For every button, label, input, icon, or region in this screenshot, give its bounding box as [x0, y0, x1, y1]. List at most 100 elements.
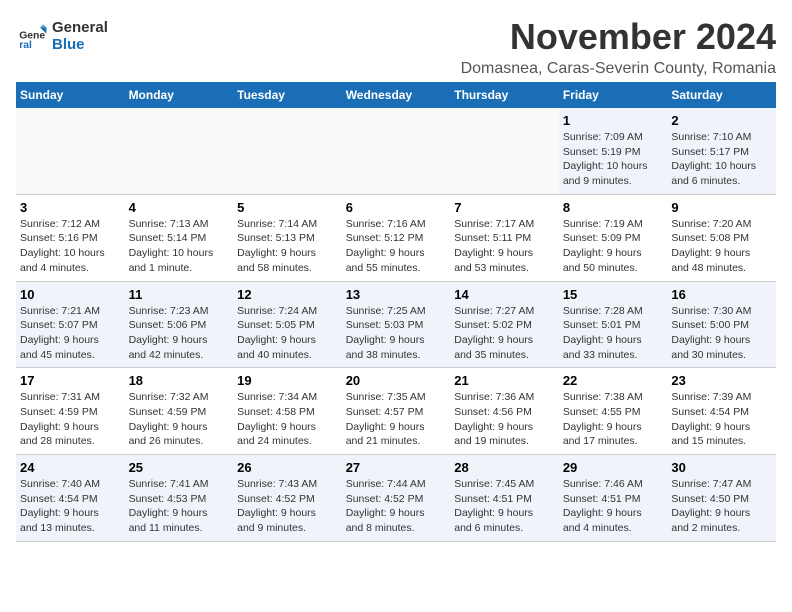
header: Gene ral General Blue November 2024 Doma…	[16, 16, 776, 78]
day-info: Sunrise: 7:23 AM Sunset: 5:06 PM Dayligh…	[129, 304, 230, 363]
day-number: 24	[20, 460, 121, 475]
day-info: Sunrise: 7:34 AM Sunset: 4:58 PM Dayligh…	[237, 390, 338, 449]
day-info: Sunrise: 7:40 AM Sunset: 4:54 PM Dayligh…	[20, 477, 121, 536]
day-info: Sunrise: 7:41 AM Sunset: 4:53 PM Dayligh…	[129, 477, 230, 536]
day-info: Sunrise: 7:30 AM Sunset: 5:00 PM Dayligh…	[671, 304, 772, 363]
day-cell: 17 Sunrise: 7:31 AM Sunset: 4:59 PM Dayli…	[16, 368, 125, 455]
day-number: 13	[346, 287, 447, 302]
day-number: 26	[237, 460, 338, 475]
day-number: 15	[563, 287, 664, 302]
day-info: Sunrise: 7:14 AM Sunset: 5:13 PM Dayligh…	[237, 217, 338, 276]
weekday-header-monday: Monday	[125, 82, 234, 108]
day-cell: 11 Sunrise: 7:23 AM Sunset: 5:06 PM Dayli…	[125, 281, 234, 368]
day-cell: 5 Sunrise: 7:14 AM Sunset: 5:13 PM Daylig…	[233, 194, 342, 281]
day-number: 5	[237, 200, 338, 215]
day-number: 1	[563, 113, 664, 128]
day-cell	[16, 108, 125, 194]
day-cell: 23 Sunrise: 7:39 AM Sunset: 4:54 PM Dayli…	[667, 368, 776, 455]
day-info: Sunrise: 7:19 AM Sunset: 5:09 PM Dayligh…	[563, 217, 664, 276]
logo-icon: Gene ral	[16, 21, 48, 53]
day-number: 22	[563, 373, 664, 388]
day-info: Sunrise: 7:31 AM Sunset: 4:59 PM Dayligh…	[20, 390, 121, 449]
weekday-header-friday: Friday	[559, 82, 668, 108]
day-number: 9	[671, 200, 772, 215]
day-info: Sunrise: 7:17 AM Sunset: 5:11 PM Dayligh…	[454, 217, 555, 276]
day-info: Sunrise: 7:39 AM Sunset: 4:54 PM Dayligh…	[671, 390, 772, 449]
day-cell	[125, 108, 234, 194]
day-number: 4	[129, 200, 230, 215]
logo-text-general: General	[52, 20, 108, 37]
day-cell: 13 Sunrise: 7:25 AM Sunset: 5:03 PM Dayli…	[342, 281, 451, 368]
day-cell: 2Sunrise: 7:10 AM Sunset: 5:17 PM Daylig…	[667, 108, 776, 194]
day-info: Sunrise: 7:35 AM Sunset: 4:57 PM Dayligh…	[346, 390, 447, 449]
day-number: 14	[454, 287, 555, 302]
day-number: 3	[20, 200, 121, 215]
day-cell: 18 Sunrise: 7:32 AM Sunset: 4:59 PM Dayli…	[125, 368, 234, 455]
month-title: November 2024	[461, 16, 776, 58]
day-number: 17	[20, 373, 121, 388]
day-cell: 22 Sunrise: 7:38 AM Sunset: 4:55 PM Dayli…	[559, 368, 668, 455]
day-number: 27	[346, 460, 447, 475]
week-row-4: 17 Sunrise: 7:31 AM Sunset: 4:59 PM Dayli…	[16, 368, 776, 455]
logo-text-blue: Blue	[52, 37, 108, 54]
day-cell: 14 Sunrise: 7:27 AM Sunset: 5:02 PM Dayli…	[450, 281, 559, 368]
day-number: 30	[671, 460, 772, 475]
week-row-2: 3 Sunrise: 7:12 AM Sunset: 5:16 PM Daylig…	[16, 194, 776, 281]
title-area: November 2024 Domasnea, Caras-Severin Co…	[461, 16, 776, 78]
day-number: 10	[20, 287, 121, 302]
day-info: Sunrise: 7:38 AM Sunset: 4:55 PM Dayligh…	[563, 390, 664, 449]
day-info: Sunrise: 7:10 AM Sunset: 5:17 PM Dayligh…	[671, 130, 772, 189]
day-cell: 25 Sunrise: 7:41 AM Sunset: 4:53 PM Dayli…	[125, 455, 234, 542]
day-cell	[450, 108, 559, 194]
logo: Gene ral General Blue	[16, 20, 108, 53]
day-cell: 26 Sunrise: 7:43 AM Sunset: 4:52 PM Dayli…	[233, 455, 342, 542]
day-info: Sunrise: 7:43 AM Sunset: 4:52 PM Dayligh…	[237, 477, 338, 536]
day-cell: 29 Sunrise: 7:46 AM Sunset: 4:51 PM Dayli…	[559, 455, 668, 542]
day-cell: 28Sunrise: 7:45 AM Sunset: 4:51 PM Dayli…	[450, 455, 559, 542]
day-number: 19	[237, 373, 338, 388]
day-cell: 24 Sunrise: 7:40 AM Sunset: 4:54 PM Dayli…	[16, 455, 125, 542]
day-number: 21	[454, 373, 555, 388]
location-title: Domasnea, Caras-Severin County, Romania	[461, 60, 776, 78]
week-row-3: 10 Sunrise: 7:21 AM Sunset: 5:07 PM Dayli…	[16, 281, 776, 368]
day-cell: 12 Sunrise: 7:24 AM Sunset: 5:05 PM Dayli…	[233, 281, 342, 368]
day-cell: 15 Sunrise: 7:28 AM Sunset: 5:01 PM Dayli…	[559, 281, 668, 368]
day-number: 23	[671, 373, 772, 388]
day-cell: 9 Sunrise: 7:20 AM Sunset: 5:08 PM Daylig…	[667, 194, 776, 281]
day-number: 20	[346, 373, 447, 388]
day-info: Sunrise: 7:46 AM Sunset: 4:51 PM Dayligh…	[563, 477, 664, 536]
day-number: 12	[237, 287, 338, 302]
day-cell: 1Sunrise: 7:09 AM Sunset: 5:19 PM Daylig…	[559, 108, 668, 194]
day-info: Sunrise: 7:21 AM Sunset: 5:07 PM Dayligh…	[20, 304, 121, 363]
day-info: Sunrise: 7:27 AM Sunset: 5:02 PM Dayligh…	[454, 304, 555, 363]
day-info: Sunrise: 7:47 AM Sunset: 4:50 PM Dayligh…	[671, 477, 772, 536]
day-number: 29	[563, 460, 664, 475]
day-info: Sunrise: 7:20 AM Sunset: 5:08 PM Dayligh…	[671, 217, 772, 276]
day-cell	[342, 108, 451, 194]
day-info: Sunrise: 7:44 AM Sunset: 4:52 PM Dayligh…	[346, 477, 447, 536]
day-cell: 8 Sunrise: 7:19 AM Sunset: 5:09 PM Daylig…	[559, 194, 668, 281]
day-info: Sunrise: 7:25 AM Sunset: 5:03 PM Dayligh…	[346, 304, 447, 363]
day-number: 7	[454, 200, 555, 215]
day-info: Sunrise: 7:28 AM Sunset: 5:01 PM Dayligh…	[563, 304, 664, 363]
weekday-header-row: SundayMondayTuesdayWednesdayThursdayFrid…	[16, 82, 776, 108]
day-info: Sunrise: 7:12 AM Sunset: 5:16 PM Dayligh…	[20, 217, 121, 276]
day-cell	[233, 108, 342, 194]
day-info: Sunrise: 7:13 AM Sunset: 5:14 PM Dayligh…	[129, 217, 230, 276]
day-number: 6	[346, 200, 447, 215]
day-cell: 21Sunrise: 7:36 AM Sunset: 4:56 PM Dayli…	[450, 368, 559, 455]
day-info: Sunrise: 7:32 AM Sunset: 4:59 PM Dayligh…	[129, 390, 230, 449]
day-cell: 4 Sunrise: 7:13 AM Sunset: 5:14 PM Daylig…	[125, 194, 234, 281]
day-cell: 19 Sunrise: 7:34 AM Sunset: 4:58 PM Dayli…	[233, 368, 342, 455]
day-number: 25	[129, 460, 230, 475]
day-info: Sunrise: 7:24 AM Sunset: 5:05 PM Dayligh…	[237, 304, 338, 363]
day-cell: 16 Sunrise: 7:30 AM Sunset: 5:00 PM Dayli…	[667, 281, 776, 368]
day-number: 18	[129, 373, 230, 388]
weekday-header-sunday: Sunday	[16, 82, 125, 108]
weekday-header-tuesday: Tuesday	[233, 82, 342, 108]
day-number: 16	[671, 287, 772, 302]
day-number: 8	[563, 200, 664, 215]
day-number: 11	[129, 287, 230, 302]
svg-text:ral: ral	[19, 40, 32, 51]
calendar-table: SundayMondayTuesdayWednesdayThursdayFrid…	[16, 82, 776, 542]
